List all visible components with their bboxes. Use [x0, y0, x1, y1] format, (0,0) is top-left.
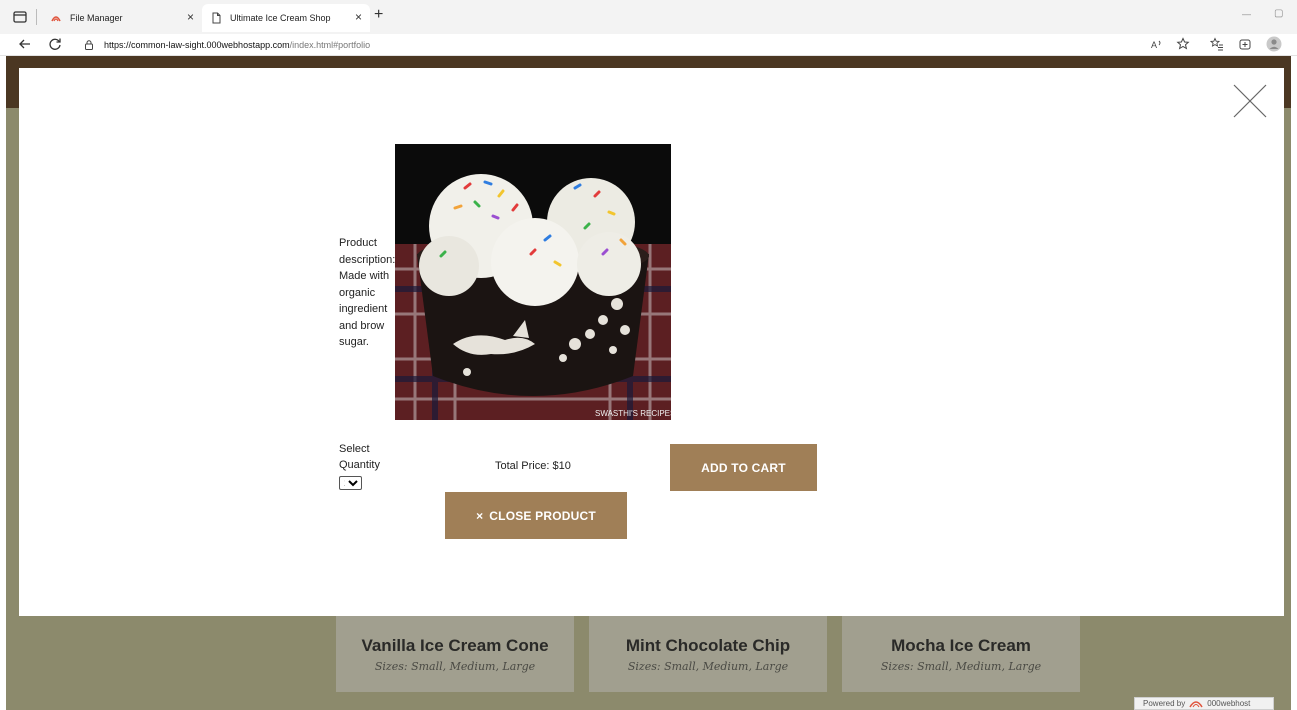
product-cards: Vanilla Ice Cream Cone Sizes: Small, Med… [330, 616, 1090, 696]
select-quantity-label: Select Quantity [339, 443, 380, 471]
page-favicon-icon [212, 12, 221, 24]
tab-divider [36, 9, 37, 25]
lock-icon [85, 40, 93, 50]
collections-icon[interactable] [1238, 37, 1252, 51]
tab-actions-icon[interactable] [12, 9, 28, 25]
host-brand: 000webhost [1207, 699, 1251, 708]
restore-icon[interactable]: ▢ [1274, 8, 1283, 19]
powered-by-badge[interactable]: Powered by 000webhost [1134, 697, 1274, 710]
powered-by-label: Powered by [1143, 699, 1186, 708]
add-to-cart-button[interactable]: ADD TO CART [670, 444, 817, 491]
product-card[interactable]: Vanilla Ice Cream Cone Sizes: Small, Med… [336, 616, 574, 692]
back-arrow-icon[interactable] [18, 37, 32, 51]
tab-close-icon[interactable]: × [187, 10, 194, 24]
browser-tab-bar: File Manager × Ultimate Ice Cream Shop ×… [0, 0, 1297, 34]
url-path: /index.html#portfolio [289, 40, 371, 50]
svg-text:A: A [1151, 40, 1157, 50]
url-field[interactable]: https://common-law-sight.000webhostapp.c… [84, 36, 1124, 54]
url-host: https://common-law-sight.000webhostapp.c… [104, 40, 290, 50]
image-watermark: SWASTHI'S RECIPES [595, 409, 671, 418]
modal-close-icon[interactable] [1233, 84, 1267, 118]
product-description: Product description: Made with organic i… [339, 237, 396, 348]
product-card[interactable]: Mint Chocolate Chip Sizes: Small, Medium… [589, 616, 827, 692]
favorite-star-icon[interactable] [1176, 37, 1190, 51]
tab-file-manager[interactable]: File Manager × [42, 4, 202, 32]
new-tab-button[interactable]: + [374, 6, 383, 24]
card-sizes: Sizes: Small, Medium, Large [627, 660, 789, 673]
close-product-label: CLOSE PRODUCT [489, 508, 596, 523]
card-sizes: Sizes: Small, Medium, Large [374, 660, 536, 673]
quantity-select[interactable]: 1 [339, 476, 362, 490]
ice-cream-bowl-image: SWASTHI'S RECIPES [395, 144, 671, 420]
read-aloud-icon[interactable]: A [1150, 37, 1164, 51]
add-to-cart-label: ADD TO CART [701, 460, 786, 475]
tab-label: File Manager [70, 13, 123, 23]
browser-address-bar: https://common-law-sight.000webhostapp.c… [0, 34, 1297, 56]
card-title: Mint Chocolate Chip [625, 636, 791, 655]
tab-ultimate-ice-cream-shop[interactable]: Ultimate Ice Cream Shop × [202, 4, 370, 32]
favorites-list-icon[interactable] [1210, 37, 1224, 51]
refresh-icon[interactable] [48, 37, 62, 51]
profile-avatar-icon[interactable] [1266, 36, 1282, 52]
tab-close-icon[interactable]: × [355, 10, 362, 24]
close-x-icon: × [476, 508, 484, 523]
close-product-button[interactable]: × CLOSE PRODUCT [445, 492, 627, 539]
card-title: Mocha Ice Cream [891, 636, 1031, 655]
total-price: Total Price: $10 [495, 460, 571, 472]
tab-label: Ultimate Ice Cream Shop [230, 13, 331, 23]
card-title: Vanilla Ice Cream Cone [361, 636, 549, 655]
minimize-icon[interactable]: — [1242, 9, 1251, 19]
webhost-favicon-icon [51, 16, 61, 22]
product-modal: Product description: Made with organic i… [19, 68, 1284, 616]
webhost-logo-icon [1189, 701, 1203, 708]
card-sizes: Sizes: Small, Medium, Large [880, 660, 1042, 673]
product-card[interactable]: Mocha Ice Cream Sizes: Small, Medium, La… [842, 616, 1080, 692]
